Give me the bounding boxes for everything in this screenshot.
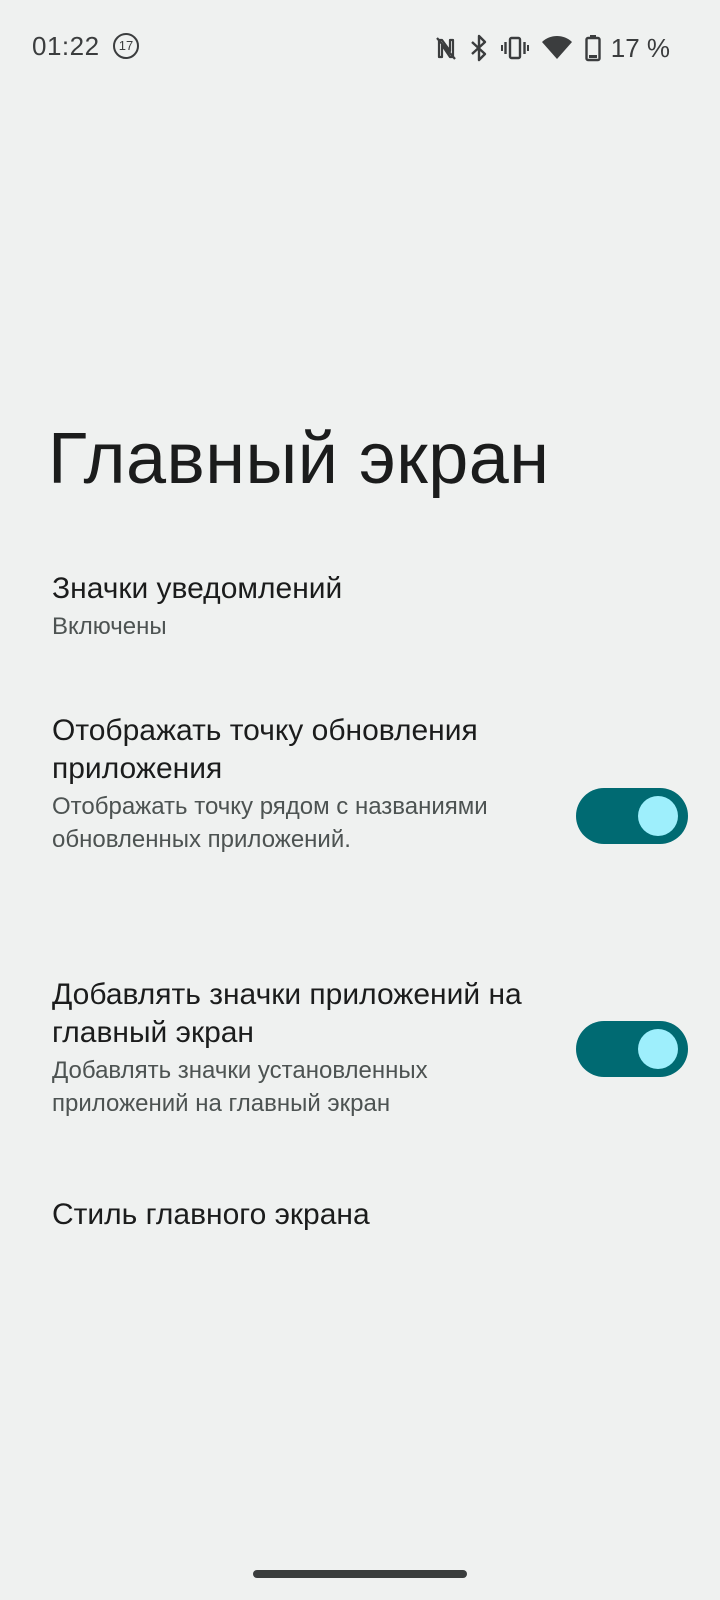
setting-subtitle: Добавлять значки установленных приложени… [52,1057,428,1117]
setting-show-update-dot[interactable]: Отображать точку обновления приложения О… [52,712,532,856]
navigation-handle[interactable] [253,1570,467,1578]
setting-title: Добавлять значки приложений на главный э… [52,978,522,1049]
page-title: Главный экран [48,419,550,499]
status-icons: 17 % [435,30,670,66]
bluetooth-icon [469,34,489,62]
setting-notification-badges[interactable]: Значки уведомлений Включены [52,570,532,643]
toggle-knob [638,796,678,836]
status-bar: 01:22 17 17 % [0,0,720,100]
battery-percentage: 17 % [610,32,670,63]
wifi-icon [541,35,573,61]
setting-subtitle: Включены [52,613,167,640]
add-app-icons-toggle[interactable] [576,1021,688,1077]
notification-count-badge: 17 [113,33,139,59]
update-dot-toggle[interactable] [576,788,688,844]
setting-subtitle: Отображать точку рядом с названиями обно… [52,793,488,853]
setting-title: Стиль главного экрана [52,1198,370,1231]
vibrate-icon [500,35,529,61]
status-time: 01:22 [32,31,100,61]
nfc-off-icon [435,35,457,61]
setting-home-screen-style[interactable]: Стиль главного экрана [52,1196,532,1234]
toggle-knob [638,1029,678,1069]
setting-title: Отображать точку обновления приложения [52,714,478,785]
setting-add-app-icons[interactable]: Добавлять значки приложений на главный э… [52,976,532,1120]
battery-icon [585,34,601,62]
setting-title: Значки уведомлений [52,572,343,605]
